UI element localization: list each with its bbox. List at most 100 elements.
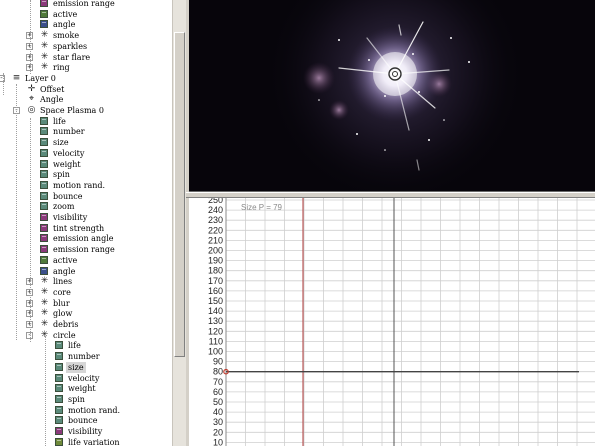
tree-item[interactable]: + ✳ smoke (0, 30, 172, 41)
tree-item[interactable]: spin (0, 394, 172, 405)
tree-item[interactable]: life (0, 340, 172, 351)
parameter-icon (40, 148, 48, 157)
tree-item-label: ring (53, 63, 70, 73)
parameter-icon (40, 234, 48, 243)
tree-item-label: glow (53, 309, 73, 319)
y-tick-label: 120 (208, 326, 223, 336)
tree-item[interactable]: emission range (0, 244, 172, 255)
y-tick-label: 10 (213, 437, 223, 446)
y-tick-label: 170 (208, 276, 223, 286)
y-tick-label: 140 (208, 306, 223, 316)
emitter-icon: ✳ (40, 319, 49, 329)
y-tick-label: 150 (208, 296, 223, 306)
parameter-icon (55, 362, 63, 371)
tree-item[interactable]: velocity (0, 148, 172, 159)
parameter-icon (40, 127, 48, 136)
tree-item-label: star flare (53, 52, 91, 62)
tree-item[interactable]: spin (0, 169, 172, 180)
tree-item-label: active (53, 9, 78, 19)
parameter-icon (55, 394, 63, 403)
tree-item[interactable]: -≡Layer 0 (0, 73, 172, 84)
parameter-icon (40, 180, 48, 189)
y-tick-label: 110 (209, 336, 223, 346)
tree-item[interactable]: + ✳ blur (0, 298, 172, 309)
tree-item[interactable]: number (0, 126, 172, 137)
tree-item[interactable]: life (0, 116, 172, 127)
scrollbar-thumb[interactable] (174, 32, 185, 357)
parameter-icon (40, 138, 48, 147)
tree-item[interactable]: - ◎ Space Plasma 0 (0, 105, 172, 116)
tree-item[interactable]: bounce (0, 191, 172, 202)
tree-item[interactable]: + ✳ star flare (0, 52, 172, 63)
tree-item-label: bounce (53, 191, 83, 201)
tree-item[interactable]: - ✳ circle (0, 330, 172, 341)
tree-item[interactable]: size (0, 361, 172, 373)
tree-item[interactable]: + ✳ ring (0, 62, 172, 73)
tree-item-label: velocity (53, 148, 85, 158)
tree-item-label: tint strength (53, 223, 105, 233)
y-axis-labels: 2502402302202102001901801701601501401301… (208, 198, 223, 446)
parameter-icon (40, 202, 48, 211)
parameter-icon (40, 266, 48, 275)
tree-item[interactable]: angle (0, 266, 172, 277)
y-tick-label: 190 (208, 256, 223, 266)
tree-item[interactable]: bounce (0, 415, 172, 426)
tree-item-label: core (53, 287, 71, 297)
tree-item[interactable]: active (0, 9, 172, 20)
tree-guide-line (30, 0, 31, 74)
tree-item-label: spin (68, 394, 85, 404)
tree-item-label: active (53, 255, 78, 265)
tree-item[interactable]: zoom (0, 201, 172, 212)
tree-item[interactable]: + ✳ sparkles (0, 41, 172, 52)
parameter-icon (40, 170, 48, 179)
tree-item[interactable]: motion rand. (0, 180, 172, 191)
tree-item-label: size (53, 138, 69, 148)
parameter-icon (55, 373, 63, 382)
tree-item[interactable]: weight (0, 159, 172, 170)
y-tick-label: 220 (208, 225, 223, 235)
tree-item[interactable]: velocity (0, 373, 172, 384)
tree-item[interactable]: ⌖ Angle (0, 94, 172, 105)
tree-panel[interactable]: emission range active angle + ✳ smoke + ✳ sparkl… (0, 0, 172, 446)
layer-icon: ≡ (12, 72, 21, 83)
tree-item[interactable]: weight (0, 383, 172, 394)
tree-item[interactable]: emission range (0, 0, 172, 9)
tree-item[interactable]: visibility (0, 426, 172, 437)
tree-item[interactable]: + ✳ lines (0, 276, 172, 287)
graph-canvas[interactable]: 2502402302202102001901801701601501401301… (189, 198, 595, 446)
y-tick-label: 240 (208, 205, 223, 215)
tree-item[interactable]: + ✳ glow (0, 308, 172, 319)
parameter-icon (40, 245, 48, 254)
emitter-icon: ✳ (40, 276, 49, 287)
parameter-icon (40, 20, 48, 29)
tree-item-label: number (68, 352, 100, 362)
emitter-icon: ✳ (40, 297, 49, 308)
tree-item-label: size (66, 361, 86, 373)
tree-item-label: motion rand. (53, 180, 106, 190)
tree-item[interactable]: motion rand. (0, 405, 172, 416)
tree-item[interactable]: + ✳ debris (0, 319, 172, 330)
tree-item[interactable]: size (0, 137, 172, 148)
parameter-icon (55, 437, 63, 446)
tree-item-label: debris (53, 320, 79, 329)
emitter-icon: ✳ (40, 286, 49, 297)
tree-item-label: lines (53, 277, 73, 287)
tree-item-label: sparkles (53, 41, 88, 51)
parameter-icon (55, 341, 63, 350)
tree-item-label: circle (53, 330, 76, 340)
parameter-icon (40, 255, 48, 264)
tree-item[interactable]: active (0, 255, 172, 266)
tree-item[interactable]: emission angle (0, 233, 172, 244)
tree-item[interactable]: angle (0, 19, 172, 30)
tree-scrollbar[interactable] (172, 0, 186, 446)
y-tick-label: 80 (213, 367, 223, 377)
tree-item[interactable]: + ✳ core (0, 287, 172, 298)
particle-preview[interactable] (189, 0, 595, 192)
tree-item[interactable]: ✛ Offset (0, 84, 172, 95)
tree-item[interactable]: tint strength (0, 223, 172, 234)
tree-item[interactable]: number (0, 351, 172, 362)
emitter-icon: ✳ (40, 308, 49, 319)
curve-graph[interactable]: 250 240 230 220 210 200 190 180 170 160 150 140 130 1… (189, 198, 595, 446)
tree-item[interactable]: life variation (0, 437, 172, 446)
tree-item[interactable]: visibility (0, 212, 172, 223)
